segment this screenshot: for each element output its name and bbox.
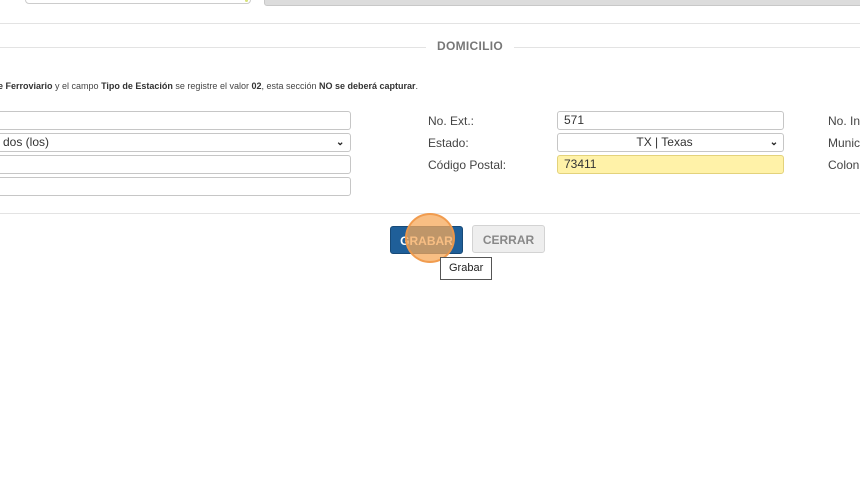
bottom-divider [0, 213, 860, 214]
estado-select-value: TX | Texas [636, 135, 693, 149]
no-ext-input[interactable]: 571 [557, 111, 784, 130]
codigo-postal-label: Código Postal: [428, 158, 507, 172]
notice-text-2: se registre el valor [172, 81, 252, 91]
status-dot [245, 0, 248, 2]
estado-select[interactable]: TX | Texas ⌄ [557, 133, 784, 152]
chevron-down-icon: ⌄ [769, 137, 779, 148]
municipio-label: Munic [828, 136, 860, 150]
notice-bold-1: e Ferroviario [0, 81, 53, 91]
notice-bold-4: NO se deberá capturar [319, 81, 416, 91]
left-field-1[interactable] [0, 111, 351, 130]
notice-bold-2: Tipo de Estación [101, 81, 173, 91]
notice-text-1: y el campo [52, 81, 102, 91]
top-control-partial[interactable] [264, 0, 860, 6]
codigo-postal-input[interactable]: 73411 [557, 155, 784, 174]
colonia-label: Colon [828, 158, 860, 172]
section-rule-left [0, 47, 426, 48]
estado-label: Estado: [428, 136, 469, 150]
section-title-domicilio: DOMICILIO [436, 39, 504, 53]
no-ext-label: No. Ext.: [428, 114, 475, 128]
save-button[interactable]: GRABAR [390, 226, 463, 254]
close-button[interactable]: CERRAR [472, 225, 545, 253]
left-field-4[interactable] [0, 177, 351, 196]
chevron-down-icon: ⌄ [336, 137, 345, 148]
notice-text-4: . [415, 81, 419, 91]
top-divider [0, 23, 860, 24]
save-tooltip: Grabar [440, 257, 493, 280]
notice-text-3: , esta sección [261, 81, 319, 91]
no-int-label: No. In [828, 114, 860, 128]
left-select-field[interactable]: dos (los) ⌄ [0, 133, 351, 152]
section-rule-right [514, 47, 860, 48]
left-field-3[interactable] [0, 155, 351, 174]
notice-bold-3: 02 [251, 81, 262, 91]
top-input-partial[interactable] [25, 0, 251, 4]
left-select-value: dos (los) [3, 135, 50, 149]
capture-notice: e Ferroviario y el campo Tipo de Estació… [0, 81, 418, 91]
